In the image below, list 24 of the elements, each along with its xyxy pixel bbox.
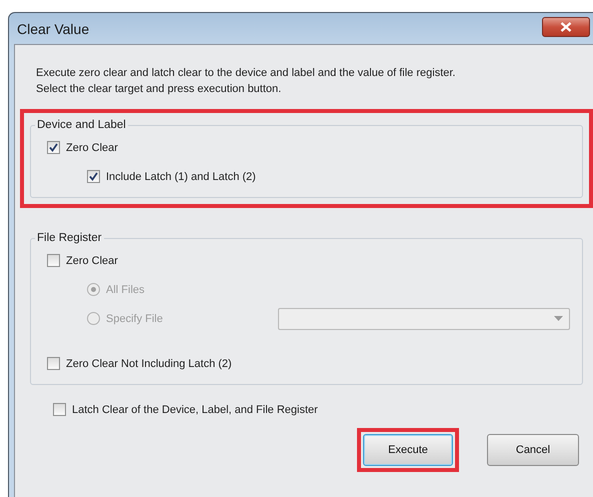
close-button[interactable] xyxy=(542,16,590,36)
window-title: Clear Value xyxy=(17,20,90,36)
radio-label: All Files xyxy=(106,284,145,296)
description-text: Select the clear target and press execution button. xyxy=(36,82,282,97)
checkbox-label: Zero Clear Not Including Latch (2) xyxy=(66,358,232,370)
radio-label: Specify File xyxy=(106,312,163,324)
checkbox[interactable] xyxy=(47,141,60,154)
checkbox-label: Zero Clear xyxy=(66,254,118,266)
checkmark-icon xyxy=(49,143,58,152)
group-title: File Register xyxy=(36,232,103,244)
checkbox-label: Latch Clear of the Device, Label, and File Register xyxy=(72,404,318,416)
checkbox[interactable] xyxy=(53,403,66,416)
dialog-button[interactable]: Cancel xyxy=(487,434,579,466)
description-text: Execute zero clear and latch clear to the device and label and the value of file register. xyxy=(36,66,456,81)
checkbox-label: Include Latch (1) and Latch (2) xyxy=(106,170,256,182)
dialog-button[interactable]: Execute xyxy=(363,434,453,466)
close-icon xyxy=(560,22,572,32)
checkmark-icon xyxy=(89,172,98,181)
dropdown-arrow-icon xyxy=(554,316,563,321)
checkbox[interactable] xyxy=(47,357,60,370)
checkbox[interactable] xyxy=(87,170,100,183)
checkbox[interactable] xyxy=(47,254,60,267)
group-title: Device and Label xyxy=(36,119,127,131)
checkbox-label: Zero Clear xyxy=(66,142,118,154)
